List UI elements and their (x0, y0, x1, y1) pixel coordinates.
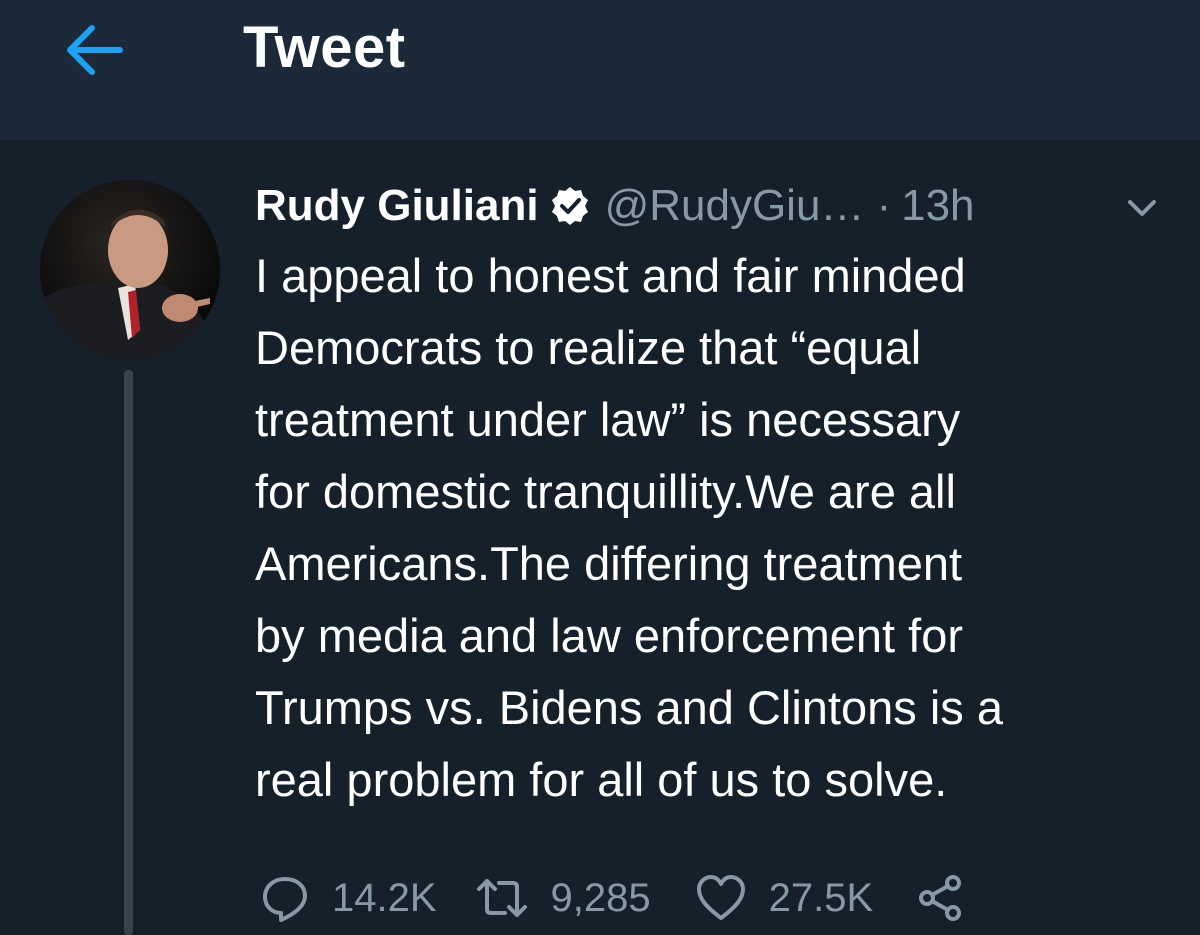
retweet-button[interactable]: 9,285 (475, 873, 651, 923)
tweet-actions: 14.2K 9,285 27.5K (260, 868, 965, 928)
timestamp[interactable]: 13h (901, 181, 974, 231)
separator-dot: · (876, 181, 892, 230)
tweet-text-line: real problem for all of us to solve. (255, 753, 948, 806)
share-icon (919, 875, 962, 921)
verified-badge-icon (551, 187, 588, 225)
tweet-text-line: Trumps vs. Bidens and Clintons is a (255, 681, 1003, 734)
tweet-text-line: I appeal to honest and fair minded (255, 249, 966, 302)
thread-line (124, 370, 133, 935)
tweet-text-line: Americans.The differing treatment (255, 537, 963, 590)
avatar[interactable] (40, 180, 220, 360)
author-handle[interactable]: @RudyGiu… (605, 181, 865, 231)
avatar-photo (40, 180, 220, 360)
reply-button[interactable]: 14.2K (260, 873, 437, 923)
tweet-text-line: treatment under law” is necessary (255, 393, 961, 446)
page-title: Tweet (243, 15, 406, 80)
like-count: 27.5K (768, 875, 874, 920)
like-button[interactable]: 27.5K (695, 874, 874, 922)
author-name[interactable]: Rudy Giuliani (255, 181, 539, 231)
tweet-header: Rudy Giuliani @RudyGiu… · 13h (255, 174, 975, 238)
chevron-down-icon[interactable] (1122, 192, 1162, 222)
retweet-icon (476, 879, 527, 917)
reply-icon (263, 877, 307, 922)
arrow-left-icon[interactable] (62, 22, 126, 78)
retweet-count: 9,285 (550, 875, 651, 920)
reply-count: 14.2K (332, 875, 437, 920)
heart-icon (696, 875, 745, 920)
top-bar: Tweet (0, 0, 1200, 140)
share-button[interactable] (915, 873, 965, 923)
tweet-text: I appeal to honest and fair minded Democ… (255, 240, 1175, 816)
tweet-text-line: by media and law enforcement for (255, 609, 963, 662)
tweet-text-line: for domestic tranquillity.We are all (255, 465, 956, 518)
tweet-text-line: Democrats to realize that “equal (255, 321, 922, 374)
